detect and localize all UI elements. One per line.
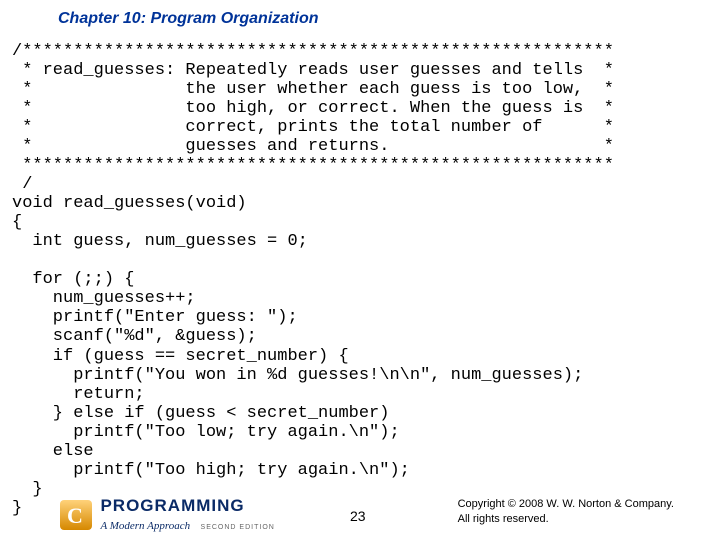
- code-listing: /***************************************…: [12, 42, 614, 518]
- copyright: Copyright © 2008 W. W. Norton & Company.…: [458, 497, 674, 526]
- logo-edition: SECOND EDITION: [201, 524, 275, 531]
- page-number: 23: [350, 508, 366, 524]
- copyright-line-1: Copyright © 2008 W. W. Norton & Company.: [458, 498, 674, 510]
- logo-c-icon: [60, 500, 92, 530]
- logo-subtitle: A Modern Approach: [100, 520, 190, 532]
- copyright-line-2: All rights reserved.: [458, 513, 549, 525]
- book-logo: PROGRAMMING A Modern Approach SECOND EDI…: [60, 496, 275, 534]
- slide-footer: PROGRAMMING A Modern Approach SECOND EDI…: [0, 482, 720, 538]
- chapter-title: Chapter 10: Program Organization: [58, 10, 319, 28]
- logo-text-block: PROGRAMMING A Modern Approach SECOND EDI…: [100, 496, 274, 534]
- logo-main-text: PROGRAMMING: [100, 496, 244, 515]
